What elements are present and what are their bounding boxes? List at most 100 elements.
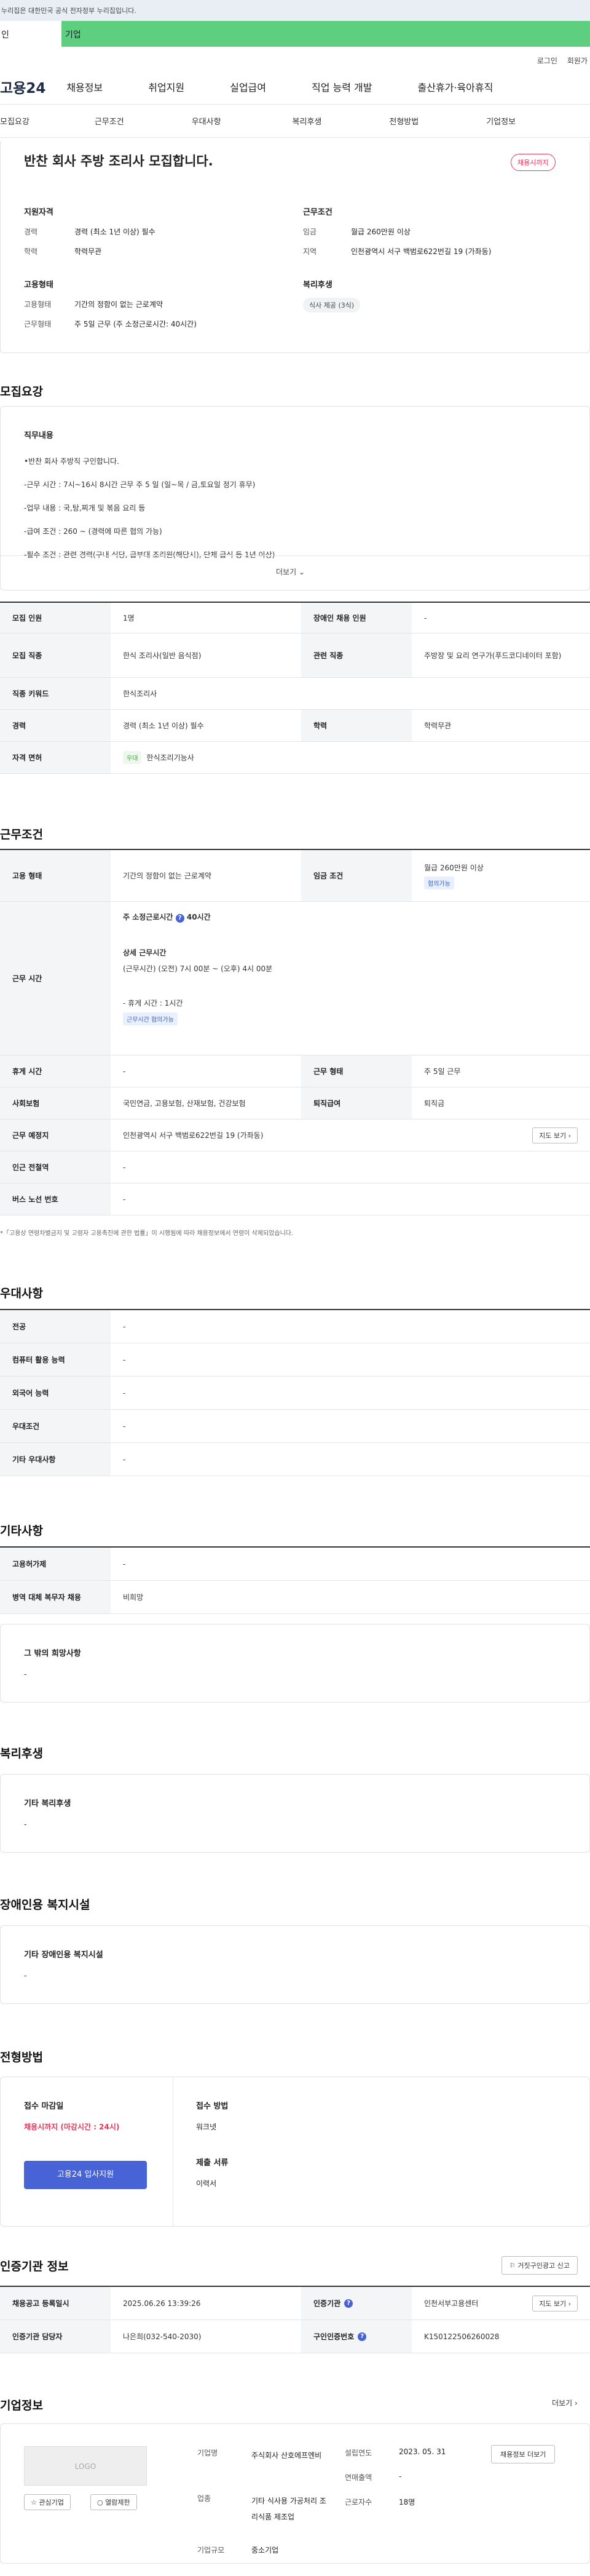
- anchor-pref[interactable]: 우대사항: [192, 115, 221, 127]
- tab-personal[interactable]: 인: [0, 21, 61, 47]
- th-computer: 컴퓨터 활용 능력: [0, 1343, 111, 1376]
- star-icon: ☆: [31, 2498, 37, 2506]
- login-link[interactable]: 로그인: [537, 55, 557, 69]
- time-negotiable-tag: 근무시간 협의가능: [123, 1012, 178, 1025]
- info-icon[interactable]: ?: [344, 2299, 353, 2308]
- table-row: 자격 면허 우대 한식조리기능사: [0, 742, 590, 774]
- place-value: 인천광역시 서구 백범로622번길 19 (가좌동): [123, 1131, 264, 1140]
- job-desc-line: -근무 시간 : 7시~16시 8시간 근무 주 5 일 (일~목 / 금,토요…: [24, 480, 256, 489]
- industry-label: 업종: [197, 2494, 211, 2503]
- table-row: 우대조건 -: [0, 1410, 590, 1443]
- disabled-card: 기타 장애인용 복지시설 -: [0, 1925, 590, 2004]
- cond-wage-value: 월급 260만원 이상: [351, 228, 411, 236]
- report-button[interactable]: ⚐ 거짓구인광고 신고: [502, 2256, 578, 2275]
- th-military: 병역 대체 복무자 채용: [0, 1581, 111, 1613]
- deadline-value: 채용시까지 (마감시간 : 24시): [24, 2123, 120, 2131]
- company-jobs-button[interactable]: 채용정보 더보기: [491, 2445, 556, 2463]
- info-icon[interactable]: ?: [175, 914, 184, 923]
- time-detail-value: (근무시간) (오전) 7시 00분 ~ (오후) 4시 00분: [123, 964, 273, 973]
- map-button-label: 지도 보기: [539, 1131, 567, 1140]
- sales-label: 연매출액: [345, 2473, 372, 2482]
- company-name-value: 주식회사 산호에프엔비: [251, 2451, 322, 2460]
- job-desc-line: •반찬 회사 주방직 구인합니다.: [24, 457, 119, 466]
- est-value: 2023. 05. 31: [399, 2447, 446, 2456]
- job-desc-heading: 직무내용: [24, 431, 53, 440]
- td-military: 비희망: [123, 1593, 144, 1602]
- anchor-company[interactable]: 기업정보: [486, 115, 516, 127]
- restrict-button[interactable]: ○ 열람제한: [90, 2494, 137, 2510]
- th-language: 외국어 능력: [0, 1377, 111, 1409]
- th-wage: 임금 조건: [301, 850, 412, 901]
- apply-button[interactable]: 고용24 입사지원: [24, 2161, 147, 2189]
- emp-type-label: 고용형태: [24, 300, 52, 309]
- tab-company[interactable]: 기업: [61, 21, 590, 47]
- anchor-welfare[interactable]: 복리후생: [293, 115, 322, 127]
- td-certno: K150122506260028: [424, 2332, 500, 2341]
- req-heading: 지원자격: [24, 208, 53, 217]
- th-org: 인증기관?: [301, 2287, 412, 2320]
- gnb-item-training[interactable]: 직업 능력 개발: [312, 79, 372, 94]
- employees-label: 근로자수: [345, 2498, 372, 2506]
- deadline-badge: 채용시까지: [511, 154, 556, 171]
- th-license: 자격 면허: [0, 742, 111, 773]
- td-form: 주 5일 근무: [424, 1067, 461, 1076]
- report-button-label: 거짓구인광고 신고: [517, 2262, 570, 2270]
- time-total: 주 소정근로시간 ? 40시간: [123, 912, 211, 923]
- agency-title: 인증기관 정보: [0, 2260, 69, 2273]
- pref-tag: 우대: [123, 751, 142, 764]
- req-exp-value: 경력 (최소 1년 이상) 필수: [74, 228, 155, 236]
- table-row: 직종 키워드 한식조리사: [0, 678, 590, 710]
- chevron-right-icon: ›: [574, 2399, 578, 2407]
- license-name: 한식조리기능사: [146, 753, 194, 762]
- td-job: 한식 조리사(일반 음식점): [123, 651, 202, 660]
- table-row: 모집 인원 1명 장애인 채용 인원 -: [0, 603, 590, 634]
- join-link[interactable]: 회원가: [567, 55, 588, 69]
- company-more-link[interactable]: 더보기 ›: [552, 2398, 578, 2408]
- table-row: 기타 우대사항 -: [0, 1443, 590, 1476]
- td-computer: -: [123, 1355, 126, 1364]
- table-row: 모집 직종 한식 조리사(일반 음식점) 관련 직종 주방장 및 요리 연구가(…: [0, 634, 590, 678]
- table-row: 근무 예정지 인천광역시 서구 백범로622번길 19 (가좌동) 지도 보기 …: [0, 1119, 590, 1151]
- td-reg: 2025.06.26 13:39:26: [123, 2299, 201, 2308]
- site-logo[interactable]: 고용24: [0, 76, 45, 97]
- th-emp: 고용 형태: [0, 850, 111, 901]
- chevron-right-icon: ›: [568, 1131, 571, 1140]
- age-note: *「고용상 연령차별금지 및 고령자 고용촉진에 관한 법률」이 시행됨에 따라…: [0, 1230, 294, 1237]
- etc-table: 고용허가제 - 병역 대체 복무자 채용 비희망: [0, 1546, 590, 1614]
- th-rest: 휴게 시간: [0, 1055, 111, 1087]
- th-retire: 퇴직급여: [301, 1087, 412, 1119]
- anchor-recruit[interactable]: 모집요강: [0, 115, 30, 127]
- process-card: 접수 마감일 채용시까지 (마감시간 : 24시) 고용24 입사지원 접수 방…: [0, 2077, 590, 2227]
- other-wish-value: -: [24, 1670, 27, 1679]
- section-anchors: 모집요강 근무조건 우대사항 복리후생 전형방법 기업정보: [0, 105, 590, 138]
- map-button[interactable]: 지도 보기 ›: [532, 1127, 578, 1143]
- certno-label: 구인인증번호: [313, 2332, 355, 2341]
- welfare-card-value: -: [24, 1820, 27, 1829]
- welfare-card-title: 기타 복리후생: [24, 1799, 71, 1808]
- gnb-item-jobs[interactable]: 채용정보: [66, 79, 103, 94]
- more-button[interactable]: 더보기 ⌄: [276, 566, 305, 577]
- gnb-item-unemployment[interactable]: 실업급여: [230, 79, 266, 94]
- agency-map-button[interactable]: 지도 보기 ›: [532, 2295, 578, 2312]
- anchor-process[interactable]: 전형방법: [389, 115, 419, 127]
- anchor-work[interactable]: 근무조건: [95, 115, 124, 127]
- th-bus: 버스 노선 번호: [0, 1183, 111, 1215]
- industry-value: 기타 식사용 가공처리 조리식품 제조업: [251, 2497, 326, 2521]
- chevron-down-icon: ⌄: [298, 568, 305, 576]
- table-row: 인근 전철역 -: [0, 1151, 590, 1183]
- table-row: 근무 시간 주 소정근로시간 ? 40시간 상세 근무시간 (근무시간) (오전…: [0, 902, 590, 1055]
- table-row: 휴게 시간 - 근무 형태 주 5일 근무: [0, 1055, 590, 1087]
- td-related: 주방장 및 요리 연구가(푸드코디네이터 포함): [424, 651, 562, 660]
- th-job: 모집 직종: [0, 634, 111, 677]
- method-title: 접수 방법: [196, 2102, 229, 2111]
- info-icon[interactable]: ?: [358, 2332, 367, 2341]
- favorite-button[interactable]: ☆ 관심기업: [24, 2494, 71, 2510]
- th-exp: 경력: [0, 710, 111, 741]
- gnb-item-leave[interactable]: 출산휴가·육아휴직: [418, 79, 494, 94]
- org-value: 인천서부고용센터: [424, 2299, 479, 2308]
- top-tabs: 인 기업: [0, 21, 590, 47]
- gnb-item-support[interactable]: 취업지원: [148, 79, 184, 94]
- table-row: 사회보험 국민연금, 고용보험, 산재보험, 건강보험 퇴직급여 퇴직금: [0, 1087, 590, 1119]
- td-keyword: 한식조리사: [123, 690, 157, 698]
- pref-table: 전공 - 컴퓨터 활용 능력 - 외국어 능력 - 우대조건 - 기타 우대사항 -: [0, 1309, 590, 1476]
